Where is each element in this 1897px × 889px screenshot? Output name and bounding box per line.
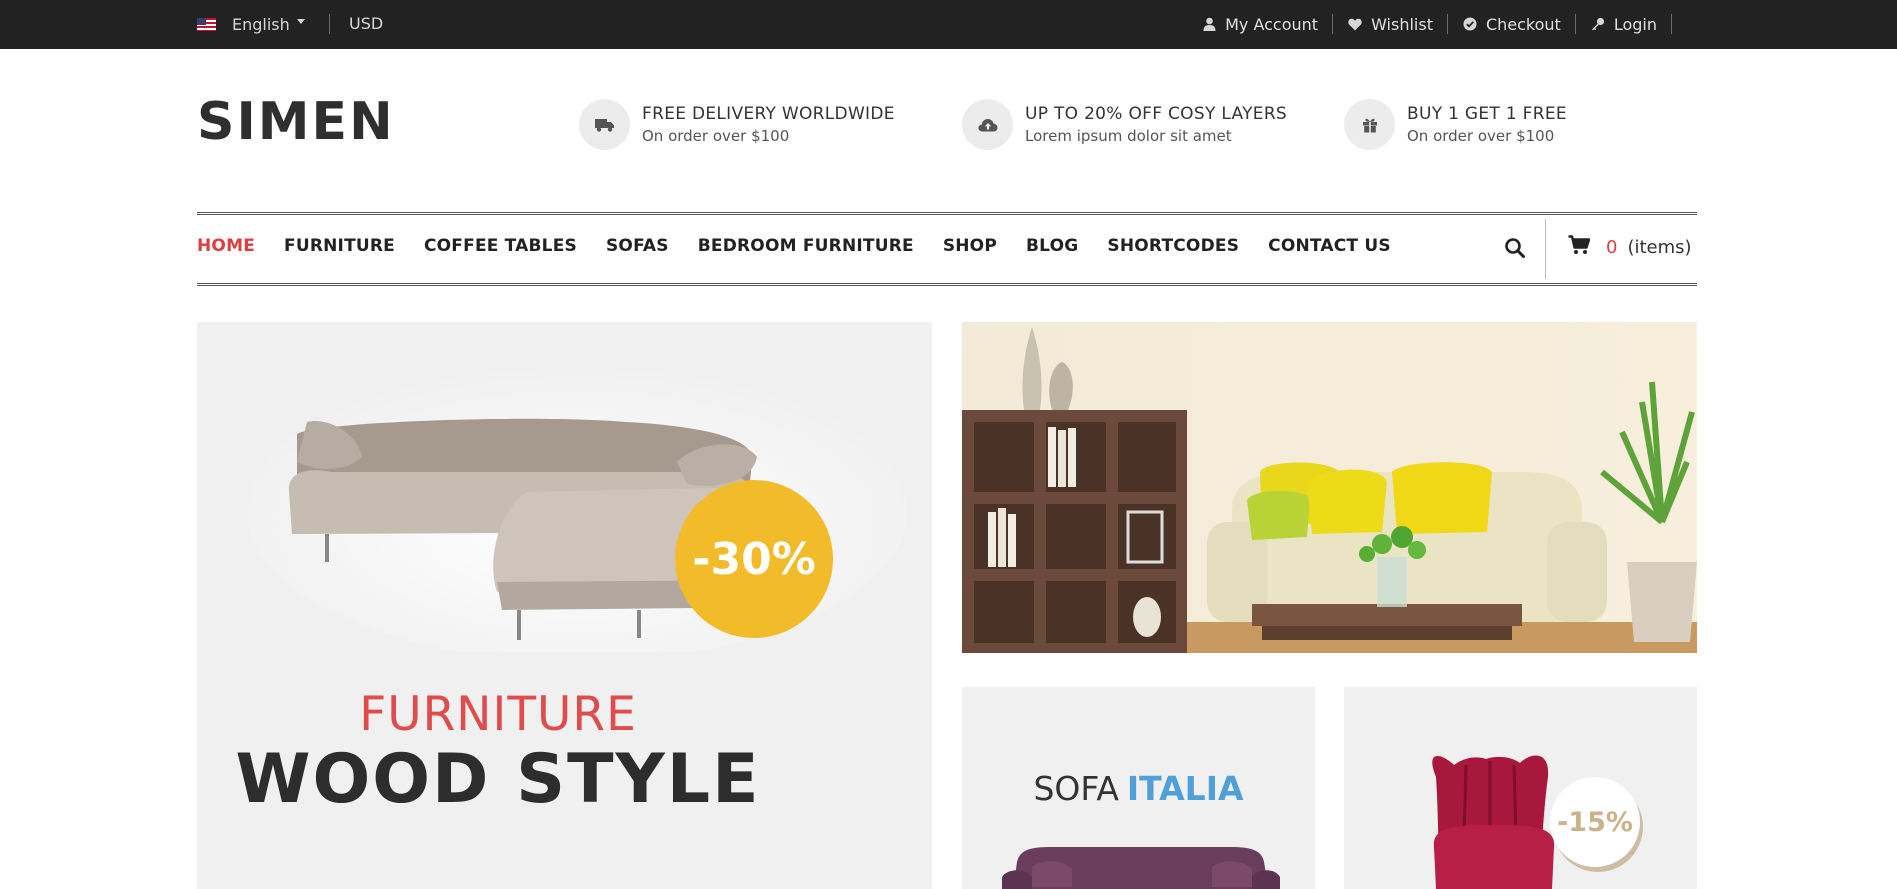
check-circle-icon: [1462, 16, 1478, 32]
cart-button[interactable]: 0 (items): [1568, 235, 1692, 260]
language-selector[interactable]: English: [197, 13, 305, 35]
nav-item-blog[interactable]: BLOG: [1026, 236, 1078, 256]
feature-title: FREE DELIVERY WORLDWIDE: [642, 104, 895, 124]
feature-subtitle: Lorem ipsum dolor sit amet: [1025, 127, 1232, 145]
nav-item-contact-us[interactable]: CONTACT US: [1268, 236, 1391, 256]
living-room-image: [962, 322, 1697, 653]
nav-item-shop[interactable]: SHOP: [943, 236, 997, 256]
sofa-image: [197, 322, 932, 652]
sofa-italia-title: SOFA ITALIA: [962, 769, 1315, 808]
nav-item-furniture[interactable]: FURNITURE: [284, 236, 395, 256]
divider: [329, 14, 330, 34]
feature-free-delivery: FREE DELIVERY WORLDWIDE On order over $1…: [579, 99, 895, 150]
discount-badge: -15%: [1550, 777, 1640, 867]
feature-title: UP TO 20% OFF COSY LAYERS: [1025, 104, 1288, 124]
red-chair-image: [1432, 755, 1555, 889]
sofa-title-plain: SOFA: [1033, 769, 1119, 808]
search-icon[interactable]: [1504, 237, 1528, 261]
feature-subtitle: On order over $100: [1407, 127, 1555, 145]
user-icon: [1201, 16, 1217, 32]
top-bar: English USD My Account Wishlist Checkout: [0, 0, 1897, 49]
banner-wood-style[interactable]: -30% FURNITURE WOOD STYLE: [197, 322, 932, 889]
banner-red-chair[interactable]: -15%: [1344, 687, 1697, 889]
language-label: English: [232, 14, 290, 34]
currency-selector[interactable]: USD: [349, 13, 383, 35]
purple-sofa-image: [1002, 847, 1280, 889]
account-links: My Account Wishlist Checkout Login: [1201, 13, 1672, 35]
heart-icon: [1347, 16, 1363, 32]
cart-count: 0: [1606, 237, 1618, 258]
cart-icon: [1568, 235, 1591, 260]
cart-label: (items): [1627, 237, 1692, 258]
feature-subtitle: On order over $100: [642, 127, 790, 145]
banner-subtitle: FURNITURE: [359, 687, 637, 742]
my-account-link[interactable]: My Account: [1201, 14, 1334, 34]
main-navigation: HOME FURNITURE COFFEE TABLES SOFAS BEDRO…: [197, 212, 1697, 286]
nav-item-shortcodes[interactable]: SHORTCODES: [1107, 236, 1239, 256]
us-flag-icon: [197, 17, 216, 31]
login-label: Login: [1613, 14, 1657, 34]
my-account-label: My Account: [1225, 14, 1319, 34]
banner-sofa-italia[interactable]: SOFA ITALIA: [962, 687, 1315, 889]
banner-living-room[interactable]: [962, 322, 1697, 653]
checkout-link[interactable]: Checkout: [1448, 14, 1576, 34]
truck-icon: [579, 99, 630, 150]
wishlist-link[interactable]: Wishlist: [1333, 14, 1448, 34]
login-link[interactable]: Login: [1576, 14, 1672, 34]
wishlist-label: Wishlist: [1371, 14, 1433, 34]
nav-item-coffee-tables[interactable]: COFFEE TABLES: [424, 236, 577, 256]
discount-badge: -30%: [675, 480, 833, 638]
banner-title: WOOD STYLE: [235, 740, 761, 819]
feature-discount: UP TO 20% OFF COSY LAYERS Lorem ipsum do…: [962, 99, 1287, 150]
site-logo[interactable]: SIMEN: [197, 96, 395, 148]
nav-item-sofas[interactable]: SOFAS: [606, 236, 669, 256]
nav-item-bedroom-furniture[interactable]: BEDROOM FURNITURE: [698, 236, 914, 256]
nav-item-home[interactable]: HOME: [197, 236, 255, 256]
cloud-upload-icon: [962, 99, 1013, 150]
sofa-title-highlight: ITALIA: [1126, 769, 1244, 808]
divider: [1545, 219, 1546, 279]
gift-icon: [1344, 99, 1395, 150]
nav-menu: HOME FURNITURE COFFEE TABLES SOFAS BEDRO…: [197, 236, 1420, 256]
chevron-down-icon: [296, 18, 305, 24]
checkout-label: Checkout: [1485, 14, 1561, 34]
feature-bogo: BUY 1 GET 1 FREE On order over $100: [1344, 99, 1567, 150]
key-icon: [1590, 16, 1606, 32]
feature-title: BUY 1 GET 1 FREE: [1407, 104, 1567, 124]
